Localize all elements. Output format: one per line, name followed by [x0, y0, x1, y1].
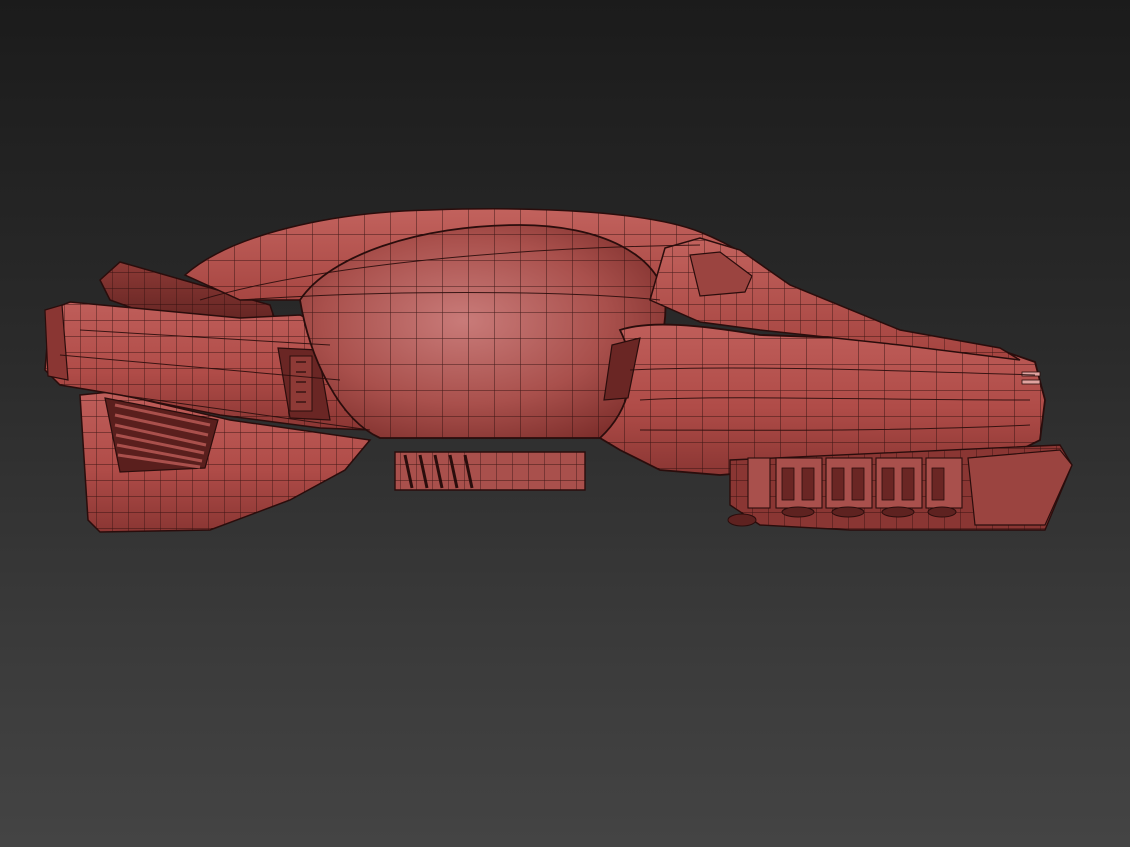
3d-viewport[interactable] [0, 0, 1130, 847]
underside-thrusters [727, 444, 1073, 531]
thruster-block-4 [875, 457, 923, 518]
thruster-block-3 [825, 457, 873, 518]
thruster-block-5 [925, 457, 963, 518]
spaceship-model[interactable] [44, 208, 1073, 533]
cockpit-pod[interactable] [299, 224, 667, 439]
thruster-block-2 [775, 457, 823, 518]
viewport-canvas[interactable] [0, 0, 1130, 847]
bottom-exhaust-bar [394, 451, 586, 491]
